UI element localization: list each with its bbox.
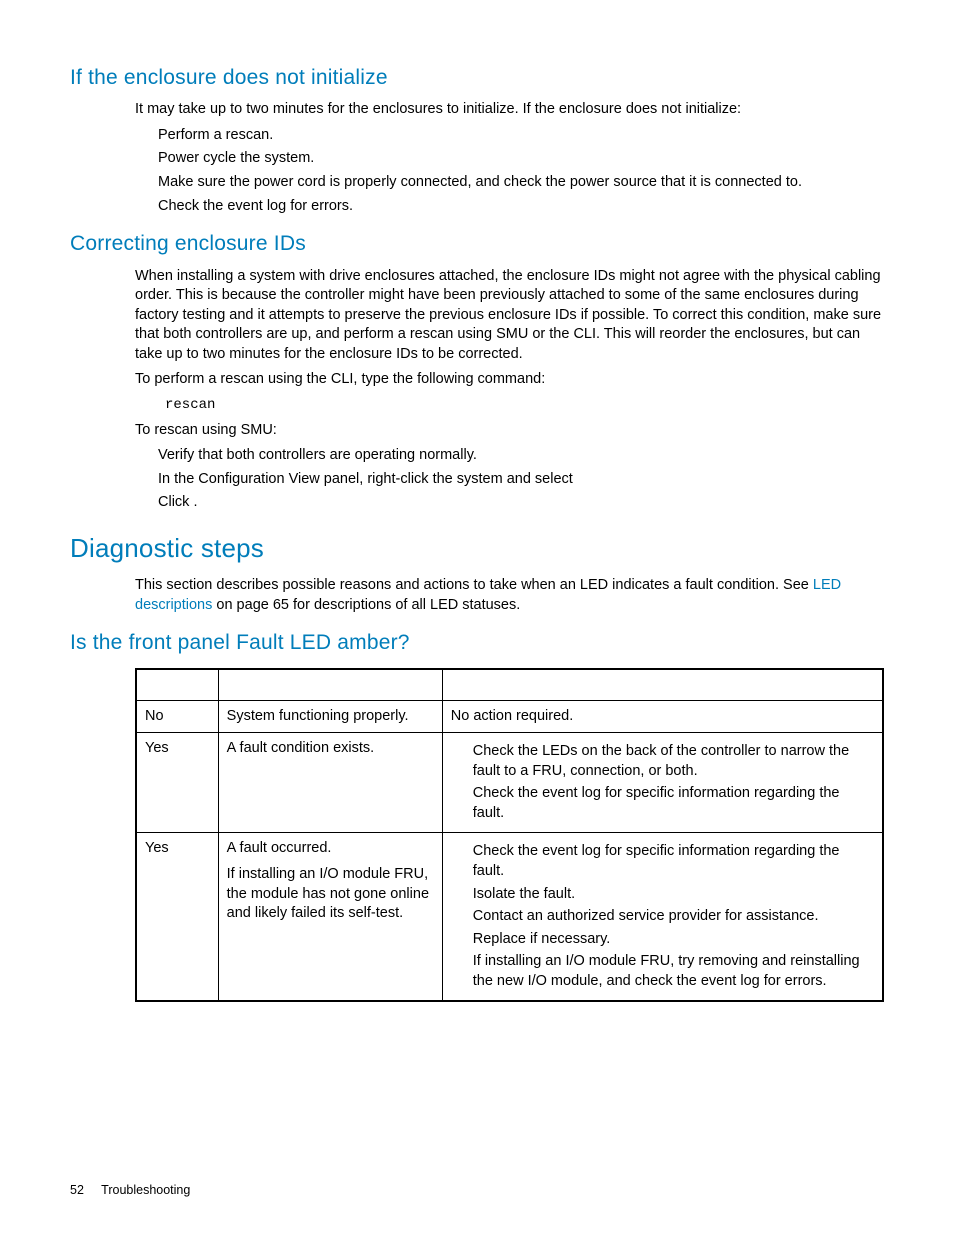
action-item: Check the event log for specific informa… [473,842,874,881]
cell-action: Check the event log for specific informa… [442,833,883,1001]
list-item: Power cycle the system. [158,149,884,169]
reason-item: If installing an I/O module FRU, the mod… [227,865,434,924]
action-item: Contact an authorized service provider f… [473,907,874,927]
table-header-action [442,669,883,701]
table-header-row [136,669,883,701]
code-rescan: rescan [165,396,884,415]
page-footer: 52 Troubleshooting [70,1182,190,1199]
footer-section-title: Troubleshooting [101,1183,190,1197]
cell-answer: Yes [136,833,218,1001]
init-steps-list: Perform a rescan. Power cycle the system… [158,126,884,216]
action-item: Check the event log for specific informa… [473,784,874,823]
action-item: Check the LEDs on the back of the contro… [473,742,874,781]
diagnostic-table: No System functioning properly. No actio… [135,668,884,1003]
cell-reason: A fault condition exists. [218,733,442,833]
cell-action: Check the LEDs on the back of the contro… [442,733,883,833]
table-row: Yes A fault condition exists. Check the … [136,733,883,833]
action-item: If installing an I/O module FRU, try rem… [473,952,874,991]
paragraph-correcting: When installing a system with drive encl… [135,267,884,365]
cell-answer: No [136,700,218,733]
cell-reason: A fault occurred. If installing an I/O m… [218,833,442,1001]
heading-correcting-enclosure-ids: Correcting enclosure IDs [70,230,884,258]
table-row: Yes A fault occurred. If installing an I… [136,833,883,1001]
table-row: No System functioning properly. No actio… [136,700,883,733]
table-header-reasons [218,669,442,701]
heading-diagnostic-steps: Diagnostic steps [70,531,884,566]
cell-answer: Yes [136,733,218,833]
list-item: Make sure the power cord is properly con… [158,173,884,193]
cell-reason: System functioning properly. [218,700,442,733]
paragraph-init-intro: It may take up to two minutes for the en… [135,100,884,120]
reason-item: A fault occurred. [227,839,434,859]
list-item: Verify that both controllers are operati… [158,446,884,466]
list-item: Perform a rescan. [158,126,884,146]
paragraph-diagnostic-intro: This section describes possible reasons … [135,576,884,615]
paragraph-cli-intro: To perform a rescan using the CLI, type … [135,370,884,390]
list-item: Check the event log for errors. [158,197,884,217]
text-span: on page 65 for descriptions of all LED s… [212,597,520,613]
action-item: Isolate the fault. [473,885,874,905]
paragraph-smu-intro: To rescan using SMU: [135,421,884,441]
smu-steps-list: Verify that both controllers are operati… [158,446,884,513]
heading-enclosure-not-initialize: If the enclosure does not initialize [70,64,884,92]
action-item: Replace if necessary. [473,930,874,950]
page-number: 52 [70,1183,84,1197]
table-header-answer [136,669,218,701]
cell-action: No action required. [442,700,883,733]
text-span: This section describes possible reasons … [135,577,813,593]
list-item: Click . [158,493,884,513]
list-item: In the Configuration View panel, right-c… [158,470,884,490]
heading-front-panel-fault-led: Is the front panel Fault LED amber? [70,629,884,657]
